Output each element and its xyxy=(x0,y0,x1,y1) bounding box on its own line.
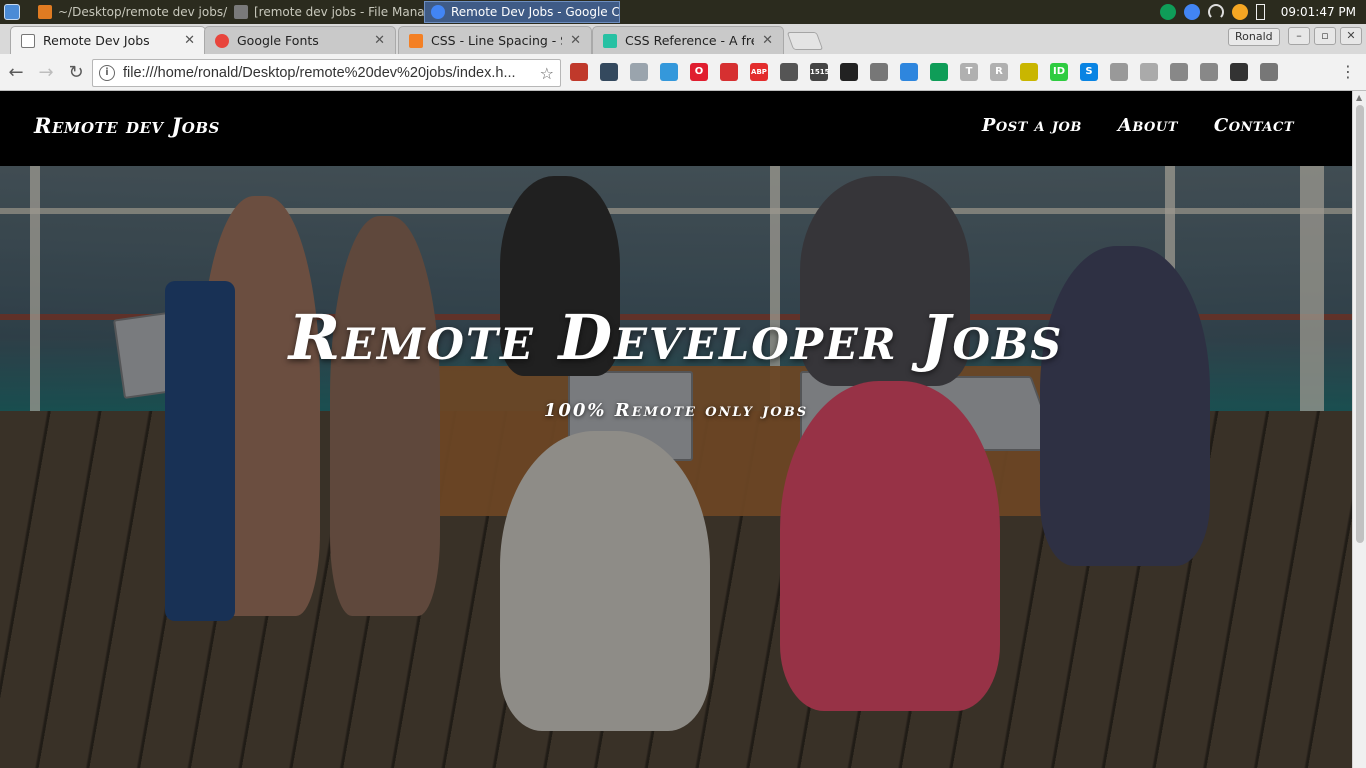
folder-icon xyxy=(234,5,248,19)
reload-icon: ↻ xyxy=(68,61,84,83)
layers-icon[interactable] xyxy=(1200,63,1218,81)
start-menu-button[interactable] xyxy=(0,0,24,24)
hero-section: Remote Developer Jobs 100% Remote only j… xyxy=(0,166,1352,768)
tampermonkey-icon[interactable] xyxy=(840,63,858,81)
wifi-icon[interactable] xyxy=(1207,4,1224,20)
arrow-left-icon: ← xyxy=(8,61,24,83)
light-icon[interactable] xyxy=(1020,63,1038,81)
close-tab-icon[interactable]: ✕ xyxy=(570,33,581,48)
adblock-icon[interactable]: ABP xyxy=(750,63,768,81)
bookmark-star-icon[interactable]: ☆ xyxy=(540,64,554,83)
os-taskbar: ~/Desktop/remote dev jobs/i... [remote d… xyxy=(0,0,1366,24)
site-brand[interactable]: Remote dev Jobs xyxy=(34,113,220,138)
profile-button[interactable]: Ronald xyxy=(1228,28,1280,46)
forward-button[interactable]: → xyxy=(32,58,60,86)
nav-post-a-job[interactable]: Post a job xyxy=(982,115,1082,136)
tab-title: CSS Reference - A free v xyxy=(625,33,754,48)
close-tab-icon[interactable]: ✕ xyxy=(184,33,195,48)
minimize-button[interactable]: – xyxy=(1288,27,1310,45)
chrome-tray-icon[interactable] xyxy=(1183,4,1200,20)
text-icon[interactable]: T xyxy=(960,63,978,81)
new-tab-button[interactable] xyxy=(786,32,824,50)
nav-about[interactable]: About xyxy=(1118,115,1178,136)
shield-icon[interactable] xyxy=(1230,63,1248,81)
tab-title: Remote Dev Jobs xyxy=(43,33,150,48)
page-viewport: Remote dev Jobs Post a job About Contact xyxy=(0,91,1352,768)
close-tab-icon[interactable]: ✕ xyxy=(762,33,773,48)
page-scrollbar[interactable]: ▲ xyxy=(1352,91,1366,768)
document-icon xyxy=(21,33,35,48)
tab-css-line-spacing[interactable]: CSS - Line Spacing - Stac ✕ xyxy=(398,26,592,54)
close-tab-icon[interactable]: ✕ xyxy=(374,33,385,48)
url-text[interactable]: file:///home/ronald/Desktop/remote%20dev… xyxy=(123,65,532,81)
system-tray: 09:01:47 PM xyxy=(1159,4,1366,20)
address-bar[interactable]: i file:///home/ronald/Desktop/remote%20d… xyxy=(92,59,561,87)
days-counter-icon[interactable]: 1515 xyxy=(810,63,829,81)
sublime-icon xyxy=(38,5,52,19)
taskbar-task-chrome[interactable]: Remote Dev Jobs - Google C... xyxy=(424,1,620,23)
nav-contact[interactable]: Contact xyxy=(1214,115,1294,136)
tab-title: Google Fonts xyxy=(237,33,319,48)
hero-subtitle: 100% Remote only jobs xyxy=(543,400,809,421)
download-icon[interactable] xyxy=(660,63,678,81)
tab-css-reference[interactable]: CSS Reference - A free v ✕ xyxy=(592,26,784,54)
readability-icon[interactable]: R xyxy=(990,63,1008,81)
cloud-icon[interactable] xyxy=(600,63,618,81)
bookmark-icon[interactable] xyxy=(570,63,588,81)
skype-icon[interactable]: S xyxy=(1080,63,1098,81)
scroll-up-arrow-icon[interactable]: ▲ xyxy=(1356,93,1362,102)
close-window-button[interactable]: ✕ xyxy=(1340,27,1362,45)
codrops-icon xyxy=(603,33,617,48)
tab-google-fonts[interactable]: Google Fonts ✕ xyxy=(204,26,396,54)
camera-icon[interactable] xyxy=(1170,63,1188,81)
maximize-button[interactable]: ▫ xyxy=(1314,27,1336,45)
taskbar-task-label: ~/Desktop/remote dev jobs/i... xyxy=(58,5,228,19)
taskbar-task-file-manager[interactable]: [remote dev jobs - File Mana... xyxy=(228,1,424,23)
kebab-menu-icon: ⋮ xyxy=(1340,62,1356,81)
weather-icon[interactable] xyxy=(1231,4,1248,20)
reload-button[interactable]: ↻ xyxy=(62,58,90,86)
google-fonts-icon xyxy=(215,33,229,48)
chrome-icon xyxy=(431,5,445,19)
taskbar-task-editor[interactable]: ~/Desktop/remote dev jobs/i... xyxy=(32,1,228,23)
start-icon xyxy=(4,4,20,20)
browser-tab-strip: Remote Dev Jobs ✕ Google Fonts ✕ CSS - L… xyxy=(0,24,1366,54)
info-icon[interactable]: i xyxy=(99,65,115,81)
play-icon[interactable] xyxy=(1110,63,1128,81)
clock[interactable]: 09:01:47 PM xyxy=(1281,5,1356,19)
battery-icon[interactable] xyxy=(1255,4,1265,20)
site-navbar: Remote dev Jobs Post a job About Contact xyxy=(0,91,1352,166)
stackoverflow-icon xyxy=(409,33,423,48)
globe-icon[interactable] xyxy=(1260,63,1278,81)
arrow-down-icon[interactable] xyxy=(1140,63,1158,81)
browser-toolbar: ← → ↻ i file:///home/ronald/Desktop/remo… xyxy=(0,54,1366,91)
taskbar-task-label: Remote Dev Jobs - Google C... xyxy=(451,5,620,19)
browser-menu-button[interactable]: ⋮ xyxy=(1340,62,1356,81)
extension-icons: O ABP 1515 T R ID S xyxy=(570,63,1278,81)
taskbar-task-label: [remote dev jobs - File Mana... xyxy=(254,5,424,19)
hangouts-tray-icon[interactable] xyxy=(1159,4,1176,20)
back-button[interactable]: ← xyxy=(2,58,30,86)
tab-title: CSS - Line Spacing - Stac xyxy=(431,33,562,48)
id-icon[interactable]: ID xyxy=(1050,63,1068,81)
arrow-right-icon: → xyxy=(38,61,54,83)
pulse-icon[interactable] xyxy=(900,63,918,81)
paperclip-icon[interactable] xyxy=(870,63,888,81)
scrollbar-thumb[interactable] xyxy=(1356,105,1364,543)
steering-icon[interactable] xyxy=(780,63,798,81)
mail-icon[interactable] xyxy=(630,63,648,81)
chat-icon[interactable] xyxy=(930,63,948,81)
tab-remote-dev-jobs[interactable]: Remote Dev Jobs ✕ xyxy=(10,26,206,54)
opera-icon[interactable]: O xyxy=(690,63,708,81)
stopwatch-icon[interactable] xyxy=(720,63,738,81)
hero-title: Remote Developer Jobs xyxy=(288,301,1064,374)
site-nav-links: Post a job About Contact xyxy=(982,115,1294,136)
